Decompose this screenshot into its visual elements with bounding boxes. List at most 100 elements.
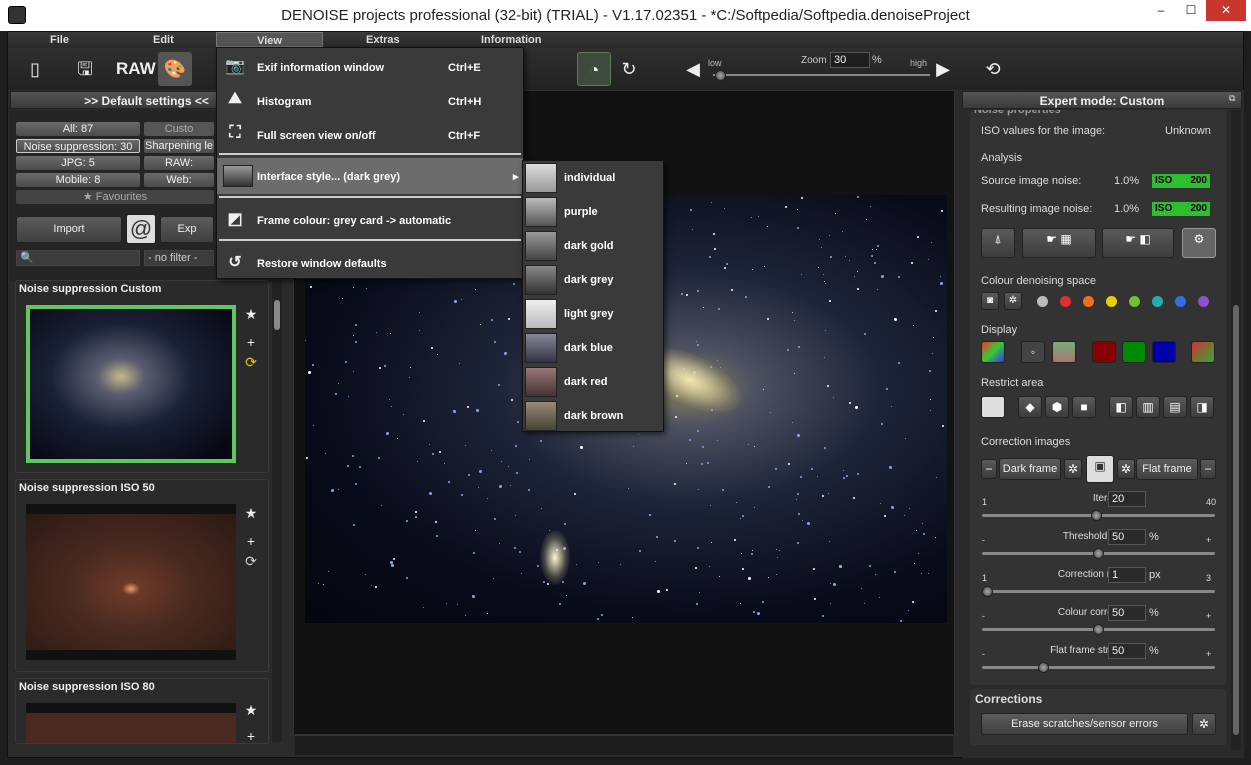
style-option-individual[interactable]: individual: [523, 161, 663, 195]
preset-search-input[interactable]: 🔍: [16, 250, 140, 266]
add-icon[interactable]: +: [242, 532, 260, 550]
dark-frame-button[interactable]: Dark frame: [999, 458, 1061, 480]
crop-rotate-icon[interactable]: ⟲: [976, 52, 1010, 86]
raw-button[interactable]: RAW: [116, 52, 156, 86]
style-option-light-grey[interactable]: light grey: [523, 297, 663, 331]
menu-item-histogram[interactable]: ⛰ Histogram Ctrl+H: [217, 85, 523, 115]
colour-dot[interactable]: [1175, 296, 1186, 307]
remove-flat-frame-icon[interactable]: −: [1200, 459, 1216, 479]
palette-icon[interactable]: 🎨: [158, 52, 192, 86]
right-scrollbar[interactable]: [1231, 110, 1241, 750]
zoom-input[interactable]: 30: [830, 52, 870, 68]
camera-icon[interactable]: ◙: [981, 292, 999, 310]
filter-mobile[interactable]: Mobile: 8: [16, 173, 140, 187]
import-button[interactable]: Import: [16, 216, 122, 243]
new-file-icon[interactable]: ▯: [18, 52, 52, 86]
menu-edit[interactable]: Edit: [153, 34, 174, 46]
style-option-dark-grey[interactable]: dark grey: [523, 263, 663, 297]
slider-value-input[interactable]: 50: [1108, 529, 1146, 545]
filter-select[interactable]: - no filter -: [144, 250, 214, 266]
slider-knob[interactable]: [982, 586, 993, 597]
slider-knob[interactable]: [1093, 548, 1104, 559]
colour-dot[interactable]: [1037, 296, 1048, 307]
preset-card[interactable]: Noise suppression Custom ★ + ⟳: [15, 280, 269, 473]
remove-dark-frame-icon[interactable]: −: [981, 459, 997, 479]
slider-track[interactable]: [982, 510, 1215, 521]
colour-dot[interactable]: [1198, 296, 1209, 307]
filter-sharpening[interactable]: Sharpening le: [144, 139, 214, 153]
menu-item-restore-defaults[interactable]: ↺ Restore window defaults: [217, 247, 523, 277]
add-icon[interactable]: +: [242, 333, 260, 351]
flat-frame-settings-icon[interactable]: ✲: [1117, 459, 1135, 479]
preset-thumbnail[interactable]: [26, 703, 236, 743]
filter-jpg[interactable]: JPG: 5: [16, 156, 140, 170]
slider-knob[interactable]: [1093, 624, 1104, 635]
refresh-icon[interactable]: ⟳: [242, 552, 260, 570]
refresh-icon[interactable]: ⟳: [242, 353, 260, 371]
restrict-hexagon-icon[interactable]: ⬢: [1045, 396, 1069, 418]
menu-extras[interactable]: Extras: [366, 34, 400, 46]
email-at-button[interactable]: @: [126, 214, 156, 244]
style-option-dark-gold[interactable]: dark gold: [523, 229, 663, 263]
slider-value-input[interactable]: 50: [1108, 605, 1146, 621]
menu-file[interactable]: File: [50, 34, 69, 46]
display-luma-icon[interactable]: ◦: [1021, 341, 1045, 363]
colour-dot[interactable]: [1083, 296, 1094, 307]
maximize-button[interactable]: ☐: [1176, 0, 1206, 21]
colour-dot[interactable]: [1129, 296, 1140, 307]
add-icon[interactable]: +: [242, 727, 260, 745]
display-blue-icon[interactable]: [1152, 341, 1176, 363]
close-button[interactable]: ✕: [1206, 0, 1246, 21]
flat-frame-button[interactable]: Flat frame: [1136, 458, 1198, 480]
filter-all[interactable]: All: 87: [16, 122, 140, 136]
favourite-star-icon[interactable]: ★: [242, 305, 260, 323]
frame-center-icon[interactable]: ▣: [1086, 455, 1114, 483]
preset-scrollbar-thumb[interactable]: [274, 300, 280, 330]
menu-item-interface-style[interactable]: Interface style... (dark grey) ▸: [217, 158, 523, 194]
colour-dot[interactable]: [1106, 296, 1117, 307]
menu-information[interactable]: Information: [481, 34, 542, 46]
restrict-left-icon[interactable]: ◧: [1109, 396, 1133, 418]
auto-settings-icon[interactable]: ⚙: [1182, 228, 1216, 258]
preset-thumbnail[interactable]: [26, 504, 236, 660]
restore-panel-icon[interactable]: ⧉: [1229, 93, 1241, 105]
hand-black-white-icon[interactable]: ☛ ◧: [1102, 228, 1174, 258]
zoom-low-icon[interactable]: ◀: [676, 52, 710, 86]
style-option-dark-brown[interactable]: dark brown: [523, 399, 663, 433]
restrict-diamond-icon[interactable]: ◆: [1018, 396, 1042, 418]
favourite-star-icon[interactable]: ★: [242, 701, 260, 719]
export-button[interactable]: Exp: [160, 216, 214, 243]
filter-raw[interactable]: RAW:: [144, 156, 214, 170]
slider-value-input[interactable]: 20: [1108, 491, 1146, 507]
restrict-horizontal-icon[interactable]: ▤: [1163, 396, 1187, 418]
zoom-high-icon[interactable]: ▶: [926, 52, 960, 86]
slider-track[interactable]: [982, 624, 1215, 635]
compare-icon[interactable]: ◔: [577, 52, 611, 86]
slider-track[interactable]: [982, 662, 1215, 673]
display-colour-icon[interactable]: [981, 341, 1005, 363]
slider-knob[interactable]: [1038, 662, 1049, 673]
style-option-purple[interactable]: purple: [523, 195, 663, 229]
filter-noise[interactable]: Noise suppression: 30: [16, 139, 140, 153]
display-green-icon[interactable]: [1122, 341, 1146, 363]
restrict-square-icon[interactable]: ■: [1072, 396, 1096, 418]
redo-icon[interactable]: ↻: [612, 52, 646, 86]
slider-value-input[interactable]: 50: [1108, 643, 1146, 659]
menu-item-frame-colour[interactable]: ◩ Frame colour: grey card -> automatic: [217, 204, 523, 234]
slider-knob[interactable]: [1091, 510, 1102, 521]
display-red-icon[interactable]: [1092, 341, 1116, 363]
slider-track[interactable]: [982, 548, 1215, 559]
erase-scratches-button[interactable]: Erase scratches/sensor errors: [981, 713, 1188, 735]
menu-view[interactable]: View: [216, 32, 323, 47]
style-option-dark-red[interactable]: dark red: [523, 365, 663, 399]
restrict-right-icon[interactable]: ◨: [1190, 396, 1214, 418]
erase-settings-icon[interactable]: ✲: [1192, 713, 1216, 735]
canvas-scrollbar[interactable]: [295, 735, 953, 755]
colour-dot[interactable]: [1060, 296, 1071, 307]
preset-card[interactable]: Noise suppression ISO 80 ★ +: [15, 678, 269, 744]
hand-point-icon[interactable]: ☛ ▦: [1022, 228, 1096, 258]
menu-item-exif[interactable]: 📷 Exif information window Ctrl+E: [217, 51, 523, 81]
dark-frame-settings-icon[interactable]: ✲: [1064, 459, 1082, 479]
minimize-button[interactable]: –: [1146, 0, 1176, 21]
colour-dot[interactable]: [1152, 296, 1163, 307]
